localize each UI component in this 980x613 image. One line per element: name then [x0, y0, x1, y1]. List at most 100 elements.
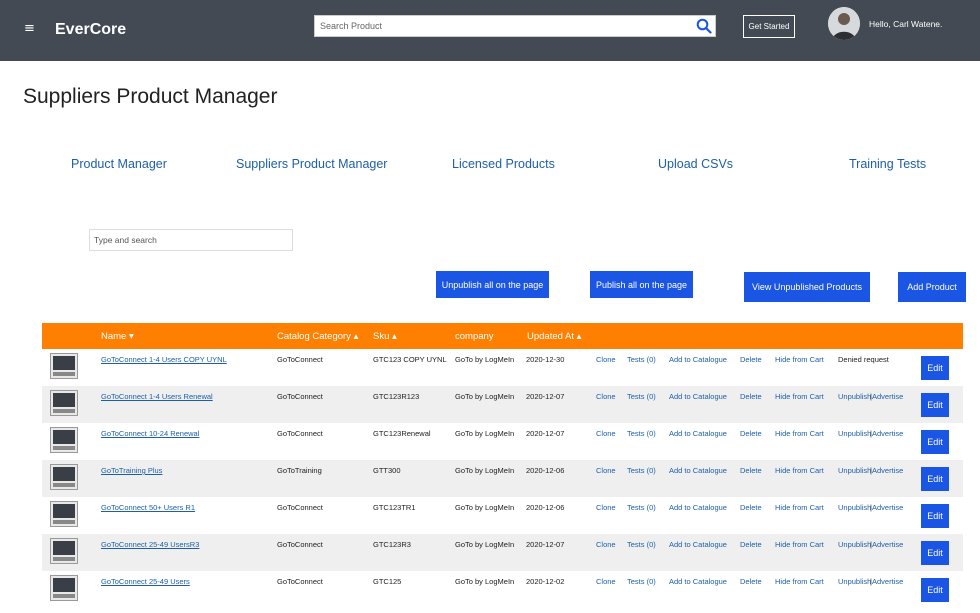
unpublish-link[interactable]: Unpublish: [838, 392, 871, 401]
clone-link[interactable]: Clone: [596, 392, 616, 401]
add-to-catalogue-link[interactable]: Add to Catalogue: [669, 355, 727, 364]
edit-button[interactable]: Edit: [921, 541, 949, 565]
nav-licensed-products[interactable]: Licensed Products: [452, 157, 555, 171]
advertise-link[interactable]: Advertise: [872, 429, 903, 438]
edit-button[interactable]: Edit: [921, 467, 949, 491]
add-to-catalogue-link[interactable]: Add to Catalogue: [669, 503, 727, 512]
advertise-link[interactable]: Advertise: [872, 540, 903, 549]
company: GoTo by LogMeIn: [455, 429, 515, 438]
get-started-button[interactable]: Get Started: [743, 15, 795, 38]
hide-from-cart-link[interactable]: Hide from Cart: [775, 429, 824, 438]
add-to-catalogue-link[interactable]: Add to Catalogue: [669, 429, 727, 438]
delete-link[interactable]: Delete: [740, 540, 762, 549]
hide-from-cart-link[interactable]: Hide from Cart: [775, 503, 824, 512]
edit-button[interactable]: Edit: [921, 504, 949, 528]
product-name-link[interactable]: GoToConnect 1-4 Users Renewal: [101, 392, 213, 401]
delete-link[interactable]: Delete: [740, 503, 762, 512]
nav-product-manager[interactable]: Product Manager: [71, 157, 167, 171]
clone-link[interactable]: Clone: [596, 540, 616, 549]
catalog-category: GoToConnect: [277, 355, 323, 364]
unpublish-link[interactable]: Unpublish: [838, 466, 871, 475]
product-name-link[interactable]: GoToConnect 25-49 Users: [101, 577, 190, 586]
unpublish-link[interactable]: Unpublish: [838, 503, 871, 512]
clone-link[interactable]: Clone: [596, 577, 616, 586]
user-photo-icon: [828, 7, 860, 40]
product-thumbnail: [50, 390, 78, 416]
hide-from-cart-link[interactable]: Hide from Cart: [775, 392, 824, 401]
view-unpublished-button[interactable]: View Unpublished Products: [744, 272, 870, 302]
unpublish-link[interactable]: Unpublish: [838, 429, 871, 438]
delete-link[interactable]: Delete: [740, 392, 762, 401]
edit-button[interactable]: Edit: [921, 356, 949, 380]
search-icon[interactable]: [696, 18, 712, 34]
product-name-link[interactable]: GoToConnect 25-49 UsersR3: [101, 540, 199, 549]
company: GoTo by LogMeIn: [455, 577, 515, 586]
unpublish-link[interactable]: Unpublish: [838, 577, 871, 586]
hide-from-cart-link[interactable]: Hide from Cart: [775, 540, 824, 549]
advertise-link[interactable]: Advertise: [872, 466, 903, 475]
publish-all-button[interactable]: Publish all on the page: [590, 271, 693, 298]
clone-link[interactable]: Clone: [596, 466, 616, 475]
edit-button[interactable]: Edit: [921, 430, 949, 454]
updated-at: 2020-12-30: [526, 355, 565, 364]
column-header-updated[interactable]: Updated At ▴: [527, 331, 581, 342]
brand-logo[interactable]: EverCore: [55, 21, 126, 39]
nav-upload-csvs[interactable]: Upload CSVs: [658, 157, 733, 171]
delete-link[interactable]: Delete: [740, 429, 762, 438]
user-greeting[interactable]: Hello, Carl Watene.: [869, 19, 942, 29]
tests-link[interactable]: Tests (0): [627, 429, 656, 438]
product-name-link[interactable]: GoToConnect 1-4 Users COPY UYNL: [101, 355, 227, 364]
product-name-link[interactable]: GoToConnect 10-24 Renewal: [101, 429, 199, 438]
product-thumbnail: [50, 427, 78, 453]
delete-link[interactable]: Delete: [740, 466, 762, 475]
column-header-name[interactable]: Name ▾: [101, 331, 134, 342]
product-name-link[interactable]: GoToTraining Plus: [101, 466, 162, 475]
table-row: GoToConnect 10-24 Renewal GoToConnect GTC1…: [42, 423, 963, 460]
add-product-button[interactable]: Add Product: [898, 272, 966, 302]
status-text: Denied request: [838, 355, 889, 364]
delete-link[interactable]: Delete: [740, 355, 762, 364]
hamburger-menu-icon[interactable]: ≡: [24, 22, 35, 35]
filter-search-input[interactable]: [89, 229, 293, 251]
clone-link[interactable]: Clone: [596, 429, 616, 438]
add-to-catalogue-link[interactable]: Add to Catalogue: [669, 577, 727, 586]
hide-from-cart-link[interactable]: Hide from Cart: [775, 355, 824, 364]
hide-from-cart-link[interactable]: Hide from Cart: [775, 577, 824, 586]
catalog-category: GoToConnect: [277, 540, 323, 549]
nav-training-tests[interactable]: Training Tests: [849, 157, 926, 171]
sku: GTC123R123: [373, 392, 420, 401]
tests-link[interactable]: Tests (0): [627, 577, 656, 586]
edit-button[interactable]: Edit: [921, 578, 949, 602]
delete-link[interactable]: Delete: [740, 577, 762, 586]
tests-link[interactable]: Tests (0): [627, 355, 656, 364]
search-input[interactable]: [315, 16, 685, 36]
advertise-link[interactable]: Advertise: [872, 392, 903, 401]
sku: GTC125: [373, 577, 402, 586]
catalog-category: GoToConnect: [277, 503, 323, 512]
product-name-link[interactable]: GoToConnect 50+ Users R1: [101, 503, 195, 512]
unpublish-link[interactable]: Unpublish: [838, 540, 871, 549]
hide-from-cart-link[interactable]: Hide from Cart: [775, 466, 824, 475]
add-to-catalogue-link[interactable]: Add to Catalogue: [669, 466, 727, 475]
clone-link[interactable]: Clone: [596, 503, 616, 512]
advertise-link[interactable]: Advertise: [872, 503, 903, 512]
column-header-sku[interactable]: Sku ▴: [373, 331, 397, 342]
avatar[interactable]: [828, 7, 860, 40]
unpublish-all-button[interactable]: Unpublish all on the page: [436, 271, 549, 298]
advertise-link[interactable]: Advertise: [872, 577, 903, 586]
updated-at: 2020-12-02: [526, 577, 565, 586]
edit-button[interactable]: Edit: [921, 393, 949, 417]
sku: GTT300: [373, 466, 401, 475]
updated-at: 2020-12-06: [526, 466, 565, 475]
add-to-catalogue-link[interactable]: Add to Catalogue: [669, 392, 727, 401]
clone-link[interactable]: Clone: [596, 355, 616, 364]
tests-link[interactable]: Tests (0): [627, 503, 656, 512]
tests-link[interactable]: Tests (0): [627, 392, 656, 401]
column-header-category[interactable]: Catalog Category ▴: [277, 331, 358, 342]
nav-suppliers-product-manager[interactable]: Suppliers Product Manager: [236, 157, 387, 171]
table-row: GoToConnect 25-49 UsersR3 GoToConnect GTC1…: [42, 534, 963, 571]
tests-link[interactable]: Tests (0): [627, 466, 656, 475]
tests-link[interactable]: Tests (0): [627, 540, 656, 549]
add-to-catalogue-link[interactable]: Add to Catalogue: [669, 540, 727, 549]
table-row: GoToConnect 25-49 Users GoToConnect GTC125…: [42, 571, 963, 608]
